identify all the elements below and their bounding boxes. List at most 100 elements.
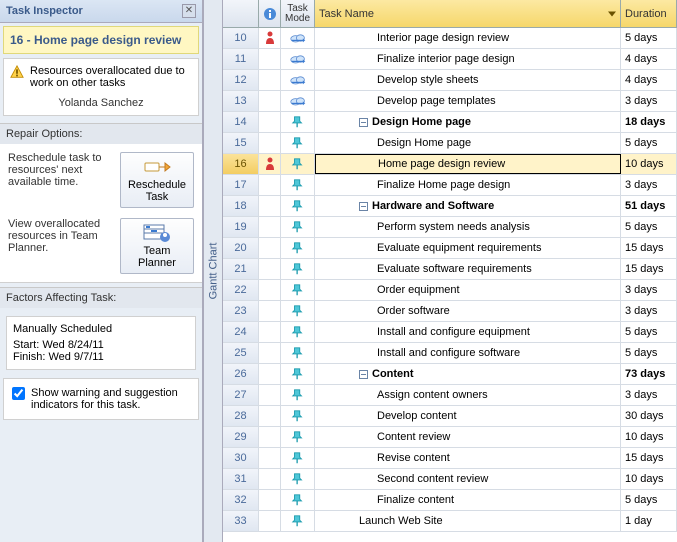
- task-mode-cell[interactable]: [281, 343, 315, 363]
- task-name-column-header[interactable]: Task Name: [315, 0, 621, 27]
- table-row[interactable]: 12Develop style sheets4 days: [223, 70, 677, 91]
- duration-cell[interactable]: 3 days: [621, 280, 677, 300]
- info-column-header[interactable]: [259, 0, 281, 27]
- table-row[interactable]: 16 Home page design review10 days: [223, 154, 677, 175]
- task-mode-cell[interactable]: [281, 259, 315, 279]
- task-mode-cell[interactable]: [281, 28, 315, 48]
- task-mode-column-header[interactable]: Task Mode: [281, 0, 315, 27]
- duration-cell[interactable]: 1 day: [621, 511, 677, 531]
- row-id[interactable]: 27: [223, 385, 259, 405]
- duration-cell[interactable]: 5 days: [621, 490, 677, 510]
- task-mode-cell[interactable]: [281, 301, 315, 321]
- row-id[interactable]: 22: [223, 280, 259, 300]
- duration-cell[interactable]: 5 days: [621, 28, 677, 48]
- task-name-cell[interactable]: Install and configure software: [315, 343, 621, 363]
- row-id[interactable]: 29: [223, 427, 259, 447]
- task-name-cell[interactable]: Perform system needs analysis: [315, 217, 621, 237]
- row-id[interactable]: 17: [223, 175, 259, 195]
- duration-cell[interactable]: 73 days: [621, 364, 677, 384]
- task-mode-cell[interactable]: [281, 49, 315, 69]
- task-name-cell[interactable]: Evaluate equipment requirements: [315, 238, 621, 258]
- task-name-cell[interactable]: Evaluate software requirements: [315, 259, 621, 279]
- gantt-chart-tab[interactable]: Gantt Chart: [203, 0, 223, 542]
- task-mode-cell[interactable]: [281, 196, 315, 216]
- duration-cell[interactable]: 3 days: [621, 301, 677, 321]
- collapse-icon[interactable]: [359, 118, 368, 127]
- row-id[interactable]: 23: [223, 301, 259, 321]
- team-planner-button[interactable]: Team Planner: [120, 218, 194, 274]
- task-name-cell[interactable]: Finalize content: [315, 490, 621, 510]
- row-id[interactable]: 30: [223, 448, 259, 468]
- table-row[interactable]: 24 Install and configure equipment5 days: [223, 322, 677, 343]
- task-name-cell[interactable]: Hardware and Software: [315, 196, 621, 216]
- task-mode-cell[interactable]: [281, 175, 315, 195]
- duration-cell[interactable]: 3 days: [621, 91, 677, 111]
- table-row[interactable]: 27Assign content owners3 days: [223, 385, 677, 406]
- table-row[interactable]: 20 Evaluate equipment requirements15 days: [223, 238, 677, 259]
- collapse-icon[interactable]: [359, 370, 368, 379]
- task-mode-cell[interactable]: [281, 511, 315, 531]
- table-row[interactable]: 10 Interior page design review5 days: [223, 28, 677, 49]
- table-row[interactable]: 32Finalize content5 days: [223, 490, 677, 511]
- task-mode-cell[interactable]: [281, 280, 315, 300]
- task-mode-cell[interactable]: [281, 490, 315, 510]
- duration-cell[interactable]: 51 days: [621, 196, 677, 216]
- task-name-cell[interactable]: Home page design review: [315, 154, 621, 174]
- table-row[interactable]: 21Evaluate software requirements15 days: [223, 259, 677, 280]
- task-name-cell[interactable]: Install and configure equipment: [315, 322, 621, 342]
- duration-cell[interactable]: 3 days: [621, 175, 677, 195]
- task-name-cell[interactable]: Develop style sheets: [315, 70, 621, 90]
- table-row[interactable]: 18Hardware and Software51 days: [223, 196, 677, 217]
- grid-body[interactable]: 10Interior page design review5 days11Fin…: [223, 28, 677, 542]
- row-id[interactable]: 28: [223, 406, 259, 426]
- task-name-cell[interactable]: Launch Web Site: [315, 511, 621, 531]
- task-name-cell[interactable]: Content: [315, 364, 621, 384]
- duration-column-header[interactable]: Duration: [621, 0, 677, 27]
- task-name-cell[interactable]: Develop content: [315, 406, 621, 426]
- row-id[interactable]: 10: [223, 28, 259, 48]
- task-name-cell[interactable]: Develop page templates: [315, 91, 621, 111]
- table-row[interactable]: 28 Develop content30 days: [223, 406, 677, 427]
- table-row[interactable]: 25Install and configure software5 days: [223, 343, 677, 364]
- duration-cell[interactable]: 5 days: [621, 322, 677, 342]
- reschedule-task-button[interactable]: Reschedule Task: [120, 152, 194, 208]
- row-id[interactable]: 31: [223, 469, 259, 489]
- task-name-cell[interactable]: Interior page design review: [315, 28, 621, 48]
- task-name-cell[interactable]: Order software: [315, 301, 621, 321]
- task-mode-cell[interactable]: [281, 238, 315, 258]
- row-id[interactable]: 14: [223, 112, 259, 132]
- row-id[interactable]: 20: [223, 238, 259, 258]
- duration-cell[interactable]: 30 days: [621, 406, 677, 426]
- table-row[interactable]: 19Perform system needs analysis5 days: [223, 217, 677, 238]
- duration-cell[interactable]: 5 days: [621, 133, 677, 153]
- task-mode-cell[interactable]: [281, 322, 315, 342]
- show-warnings-option[interactable]: Show warning and suggestion indicators f…: [3, 378, 199, 420]
- show-warnings-checkbox[interactable]: [12, 387, 25, 400]
- task-mode-cell[interactable]: [281, 427, 315, 447]
- table-row[interactable]: 33Launch Web Site1 day: [223, 511, 677, 532]
- duration-cell[interactable]: 5 days: [621, 217, 677, 237]
- row-id[interactable]: 15: [223, 133, 259, 153]
- duration-cell[interactable]: 10 days: [621, 154, 677, 174]
- table-row[interactable]: 11Finalize interior page design4 days: [223, 49, 677, 70]
- task-mode-cell[interactable]: [281, 469, 315, 489]
- duration-cell[interactable]: 3 days: [621, 385, 677, 405]
- row-id[interactable]: 21: [223, 259, 259, 279]
- task-mode-cell[interactable]: [281, 91, 315, 111]
- duration-cell[interactable]: 15 days: [621, 238, 677, 258]
- row-id[interactable]: 24: [223, 322, 259, 342]
- task-name-cell[interactable]: Order equipment: [315, 280, 621, 300]
- row-id[interactable]: 11: [223, 49, 259, 69]
- row-id[interactable]: 16: [223, 154, 259, 174]
- dropdown-icon[interactable]: [608, 11, 616, 16]
- duration-cell[interactable]: 15 days: [621, 448, 677, 468]
- duration-cell[interactable]: 10 days: [621, 427, 677, 447]
- duration-cell[interactable]: 5 days: [621, 343, 677, 363]
- task-mode-cell[interactable]: [281, 448, 315, 468]
- task-name-cell[interactable]: Second content review: [315, 469, 621, 489]
- table-row[interactable]: 13 Develop page templates3 days: [223, 91, 677, 112]
- row-id[interactable]: 13: [223, 91, 259, 111]
- task-name-cell[interactable]: Finalize interior page design: [315, 49, 621, 69]
- task-mode-cell[interactable]: [281, 364, 315, 384]
- table-row[interactable]: 26Content73 days: [223, 364, 677, 385]
